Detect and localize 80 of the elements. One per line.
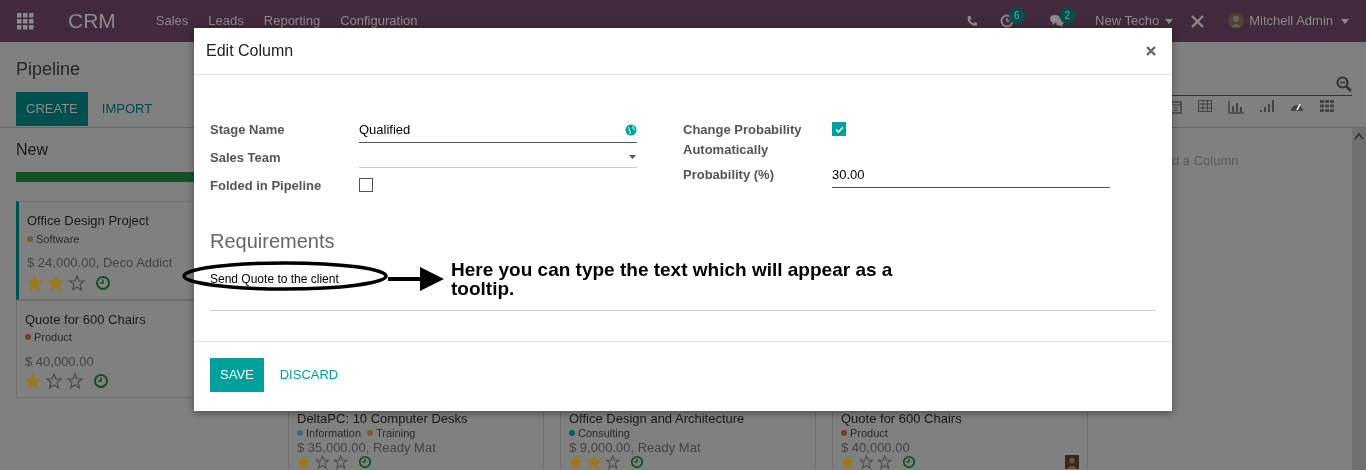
menu-item[interactable]: Leads xyxy=(208,11,244,31)
star-icon[interactable] xyxy=(314,455,330,469)
star-icon[interactable] xyxy=(569,455,584,469)
tag-label: Product xyxy=(850,426,888,440)
card-amount: $ 40,000.00 xyxy=(25,352,95,371)
field-label: Sales Team xyxy=(210,149,282,167)
clock-icon[interactable] xyxy=(93,373,109,389)
bar-chart-icon[interactable] xyxy=(1228,100,1244,114)
menu-item[interactable]: Configuration xyxy=(340,11,418,31)
clock-icon[interactable] xyxy=(357,455,372,469)
card-title: Office Design Project xyxy=(27,212,150,230)
card-title: Quote for 600 Chairs xyxy=(25,310,147,329)
caret-icon[interactable] xyxy=(1341,18,1349,24)
annotation-text: Here you can type the text which will appear as a tooltip. xyxy=(451,260,894,298)
text-field[interactable]: Qualified xyxy=(359,118,637,143)
card-title: Office Design and Architecture xyxy=(569,412,746,426)
close-icon xyxy=(1146,46,1156,56)
star-icon[interactable] xyxy=(25,373,42,389)
star-icon[interactable] xyxy=(858,455,874,469)
caret-icon xyxy=(629,154,636,159)
search-icon[interactable] xyxy=(1336,75,1352,92)
clock-icon[interactable] xyxy=(629,455,644,469)
checkbox[interactable] xyxy=(832,122,846,136)
calendar-view-icon[interactable] xyxy=(1170,100,1182,114)
star-icon[interactable] xyxy=(68,274,85,291)
arrow xyxy=(388,266,444,292)
tag-label: Software xyxy=(36,231,80,247)
clock-icon[interactable] xyxy=(1000,14,1014,28)
scrollbar[interactable] xyxy=(1352,128,1366,470)
create-button[interactable]: CREATE xyxy=(16,92,88,126)
card-amount: $ 9,000.00, Ready Mat xyxy=(569,441,702,455)
text-field[interactable]: 30.00 xyxy=(832,163,1110,188)
field-label: Change Probability Automatically xyxy=(683,121,803,159)
list-view-icon[interactable] xyxy=(1198,100,1212,112)
card-title: Quote for 600 Chairs xyxy=(841,412,963,426)
menu-item[interactable]: Sales xyxy=(155,11,189,31)
field-label: Probability (%) xyxy=(683,166,775,184)
star-icon[interactable] xyxy=(605,455,620,469)
import-button[interactable]: IMPORT xyxy=(87,92,167,126)
apps-menu-icon[interactable] xyxy=(17,12,34,30)
star-icon[interactable] xyxy=(47,274,65,291)
card-amount: $ 24,000.00, Deco Addict xyxy=(27,254,174,272)
user-menu[interactable]: Mitchell Admin xyxy=(1249,11,1333,31)
clock-icon[interactable] xyxy=(901,455,916,469)
field-label: Stage Name xyxy=(210,121,286,139)
checkbox[interactable] xyxy=(359,178,373,192)
tag-label: Product xyxy=(34,330,72,345)
menu-item[interactable]: Reporting xyxy=(263,11,321,31)
save-button[interactable]: SAVE xyxy=(210,358,264,392)
dialog-title: Edit Column xyxy=(206,41,294,61)
phone-icon[interactable] xyxy=(966,15,978,27)
scroll-up-icon[interactable] xyxy=(1354,132,1364,140)
card-amount: $ 35,000.00, Ready Mat xyxy=(297,441,437,455)
company-switcher[interactable]: New Techo xyxy=(1095,11,1160,31)
activity-count-badge: 6 xyxy=(1009,6,1025,24)
star-icon[interactable] xyxy=(27,274,44,291)
star-icon[interactable] xyxy=(297,455,312,469)
app-name: CRM xyxy=(68,8,116,35)
globe-icon[interactable] xyxy=(625,123,637,136)
avatar[interactable] xyxy=(1228,13,1245,29)
star-icon[interactable] xyxy=(877,455,892,469)
caret-icon[interactable] xyxy=(1165,18,1174,24)
checkmark-icon xyxy=(834,125,844,133)
star-icon[interactable] xyxy=(333,455,348,469)
star-icon[interactable] xyxy=(841,455,856,469)
star-icon[interactable] xyxy=(66,373,83,389)
card-amount: $ 40,000.00 xyxy=(841,441,911,455)
signal-bars-icon[interactable] xyxy=(1260,100,1274,112)
star-icon[interactable] xyxy=(586,455,602,469)
clock-icon[interactable] xyxy=(95,274,111,291)
column-title: New xyxy=(16,141,48,158)
grid-view-icon[interactable] xyxy=(1320,100,1334,112)
star-icon[interactable] xyxy=(45,373,63,389)
field-label: Folded in Pipeline xyxy=(210,177,323,195)
page-title: Pipeline xyxy=(16,58,82,81)
tag-label: Consulting xyxy=(578,426,630,440)
card-title: DeltaPC: 10 Computer Desks xyxy=(297,412,469,426)
message-count-badge: 2 xyxy=(1059,6,1076,24)
tag-label: Training xyxy=(376,426,416,440)
tag-label: Information xyxy=(306,426,362,440)
